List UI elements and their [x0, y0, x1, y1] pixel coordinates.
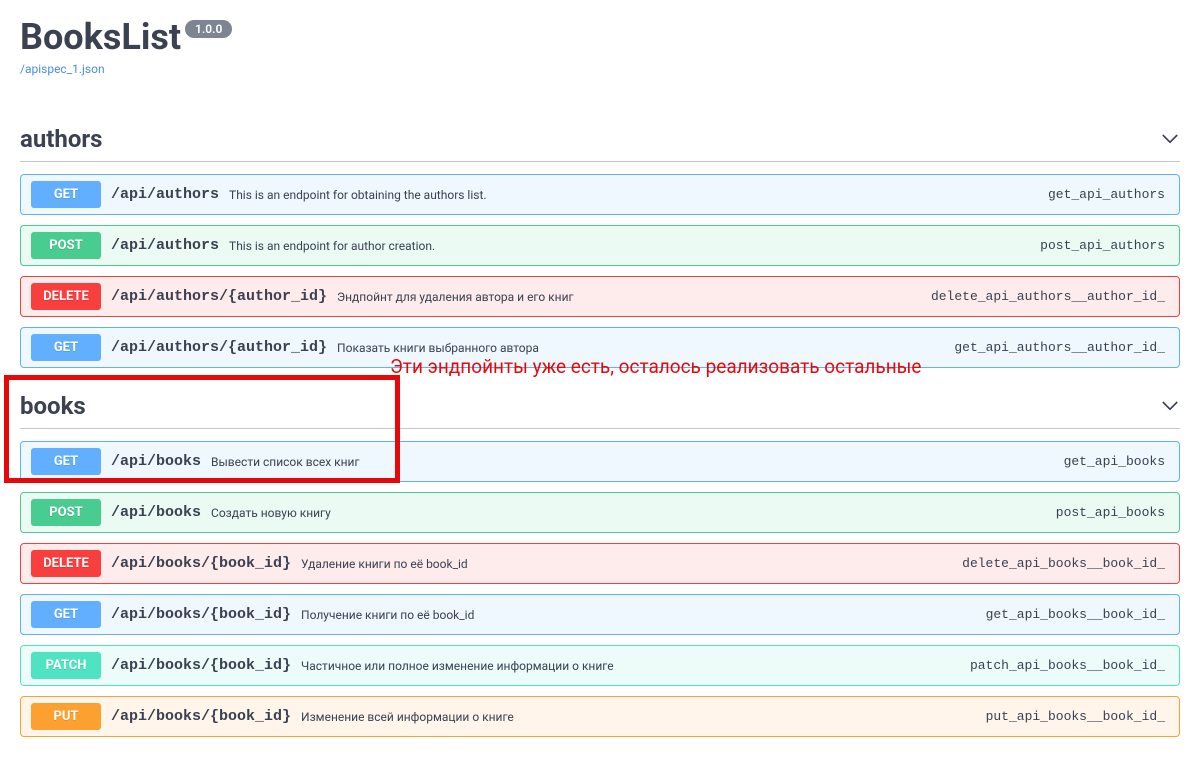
operation-summary: Вывести список всех книг — [211, 455, 1054, 469]
operation-post-authors[interactable]: POST /api/authors This is an endpoint fo… — [20, 225, 1180, 266]
operation-get-authors[interactable]: GET /api/authors This is an endpoint for… — [20, 174, 1180, 215]
operation-path: /api/authors/{author_id} — [111, 339, 327, 356]
operation-id: delete_api_books__book_id_ — [962, 556, 1165, 571]
operation-delete-book-id[interactable]: DELETE /api/books/{book_id} Удаление кни… — [20, 543, 1180, 584]
method-badge-post: POST — [31, 499, 101, 526]
method-badge-get: GET — [31, 181, 101, 208]
operation-path: /api/authors/{author_id} — [111, 288, 327, 305]
operation-id: get_api_books__book_id_ — [986, 607, 1165, 622]
operation-summary: Эндпойнт для удаления автора и его книг — [337, 290, 921, 304]
operation-patch-book-id[interactable]: PATCH /api/books/{book_id} Частичное или… — [20, 645, 1180, 686]
operation-path: /api/books/{book_id} — [111, 657, 291, 674]
operation-id: get_api_authors — [1048, 187, 1165, 202]
operation-summary: Создать новую книгу — [211, 506, 1046, 520]
method-badge-get: GET — [31, 448, 101, 475]
operation-summary: Показать книги выбранного автора — [337, 341, 944, 355]
method-badge-delete: DELETE — [31, 283, 101, 310]
operation-put-book-id[interactable]: PUT /api/books/{book_id} Изменение всей … — [20, 696, 1180, 737]
tag-name: books — [20, 392, 86, 420]
operation-path: /api/books/{book_id} — [111, 555, 291, 572]
tag-section-books: books GET /api/books Вывести список всех… — [20, 384, 1180, 737]
chevron-down-icon — [1160, 396, 1180, 416]
operation-id: put_api_books__book_id_ — [986, 709, 1165, 724]
api-header: BooksList 1.0.0 /apispec_1.json — [20, 16, 1180, 77]
operation-summary: Удаление книги по её book_id — [301, 557, 952, 571]
operation-path: /api/books — [111, 504, 201, 521]
operation-path: /api/books/{book_id} — [111, 606, 291, 623]
tag-name: authors — [20, 125, 103, 153]
operation-summary: Частичное или полное изменение информаци… — [301, 659, 960, 673]
operation-id: patch_api_books__book_id_ — [970, 658, 1165, 673]
operation-post-books[interactable]: POST /api/books Создать новую книгу post… — [20, 492, 1180, 533]
operation-path: /api/books — [111, 453, 201, 470]
api-title: BooksList — [20, 16, 181, 58]
method-badge-get: GET — [31, 334, 101, 361]
tag-section-authors: authors GET /api/authors This is an endp… — [20, 117, 1180, 368]
spec-link[interactable]: /apispec_1.json — [20, 62, 105, 76]
operation-delete-author-id[interactable]: DELETE /api/authors/{author_id} Эндпойнт… — [20, 276, 1180, 317]
version-badge: 1.0.0 — [185, 20, 232, 38]
operation-path: /api/authors — [111, 186, 219, 203]
method-badge-get: GET — [31, 601, 101, 628]
operation-id: get_api_books — [1064, 454, 1165, 469]
operation-summary: Получение книги по её book_id — [301, 608, 976, 622]
method-badge-post: POST — [31, 232, 101, 259]
tag-header-books[interactable]: books — [20, 384, 1180, 429]
method-badge-put: PUT — [31, 703, 101, 730]
operation-get-books[interactable]: GET /api/books Вывести список всех книг … — [20, 441, 1180, 482]
operation-id: post_api_books — [1056, 505, 1165, 520]
tag-header-authors[interactable]: authors — [20, 117, 1180, 162]
operation-get-author-id[interactable]: GET /api/authors/{author_id} Показать кн… — [20, 327, 1180, 368]
operation-id: get_api_authors__author_id_ — [954, 340, 1165, 355]
operation-get-book-id[interactable]: GET /api/books/{book_id} Получение книги… — [20, 594, 1180, 635]
operation-id: delete_api_authors__author_id_ — [931, 289, 1165, 304]
operation-summary: This is an endpoint for obtaining the au… — [229, 188, 1038, 202]
operation-id: post_api_authors — [1040, 238, 1165, 253]
operation-path: /api/books/{book_id} — [111, 708, 291, 725]
method-badge-delete: DELETE — [31, 550, 101, 577]
operation-summary: Изменение всей информации о книге — [301, 710, 976, 724]
method-badge-patch: PATCH — [31, 652, 101, 679]
chevron-down-icon — [1160, 129, 1180, 149]
operation-summary: This is an endpoint for author creation. — [229, 239, 1030, 253]
operation-path: /api/authors — [111, 237, 219, 254]
